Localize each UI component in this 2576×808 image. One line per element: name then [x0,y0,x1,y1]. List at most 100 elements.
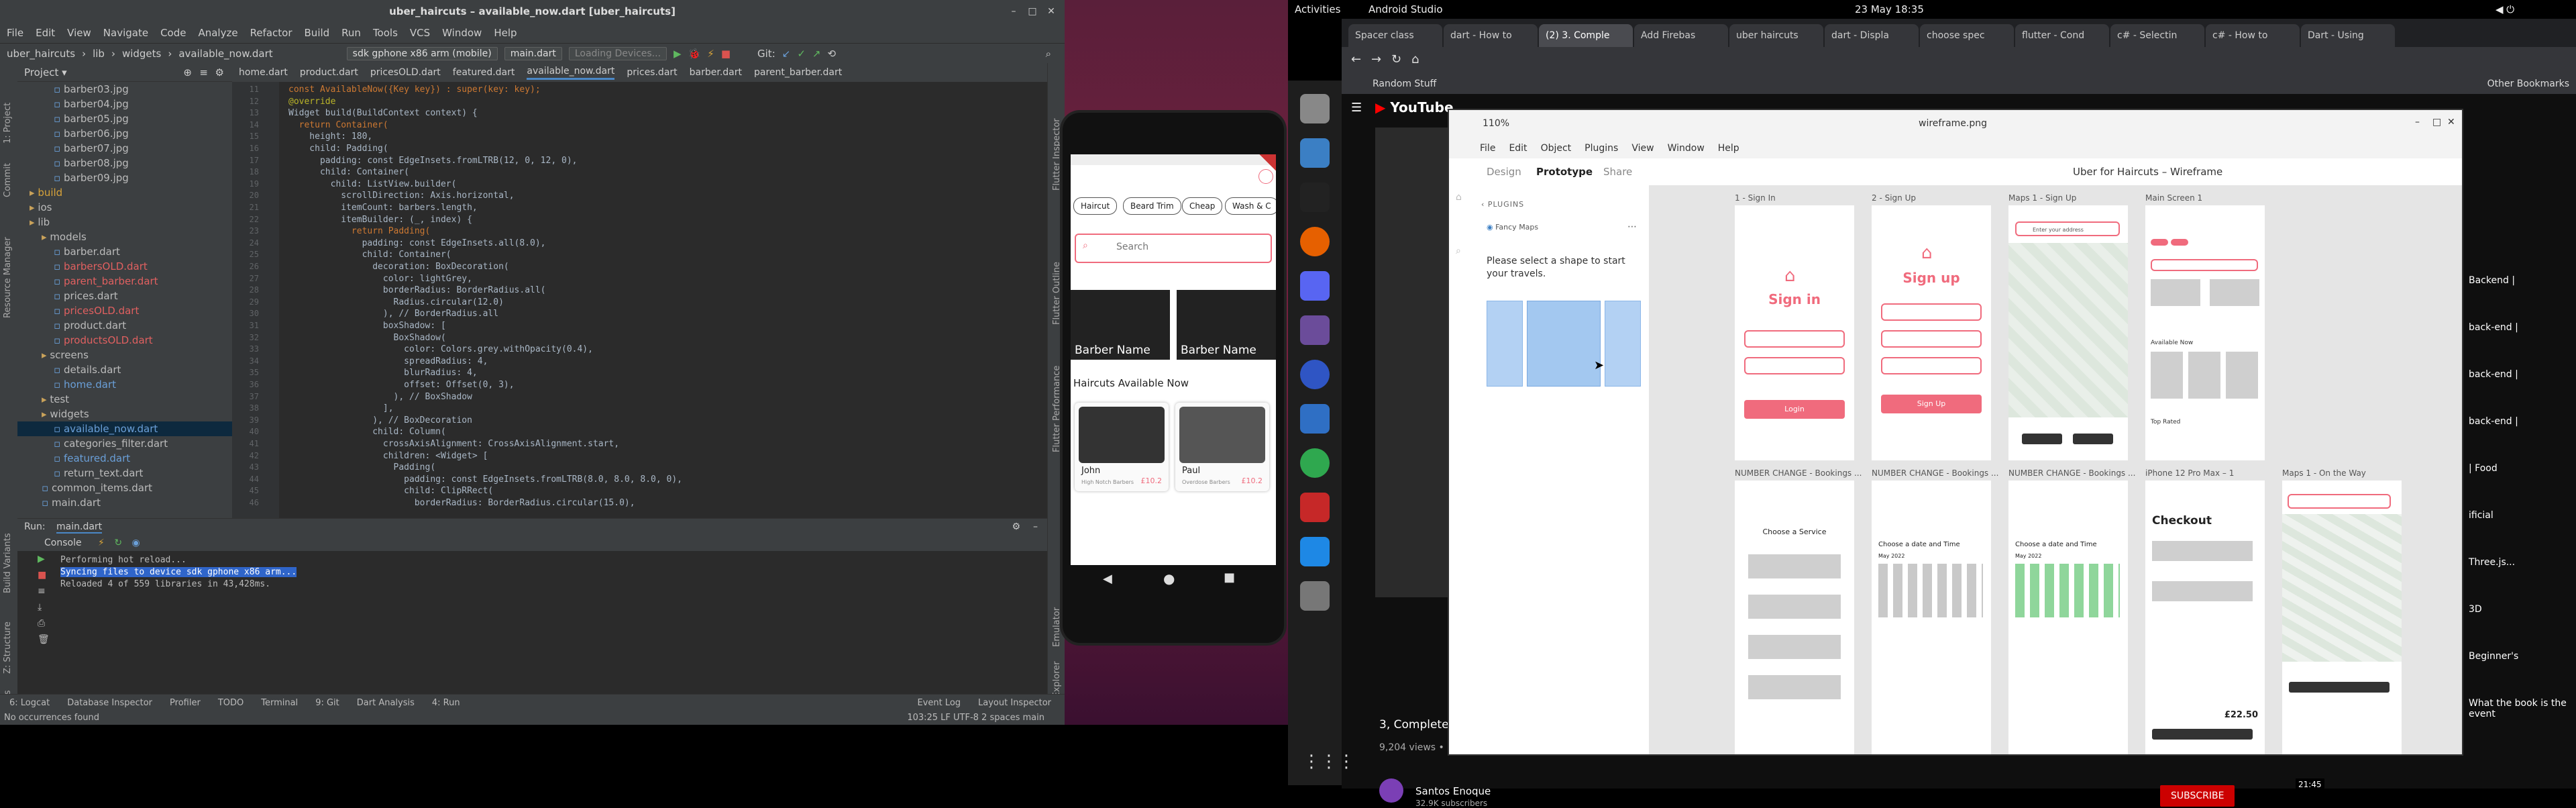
tree-item[interactable]: ▫ barber05.jpg [17,111,129,126]
tree-item[interactable]: ▸ models [17,230,87,244]
home-icon[interactable]: ● [1163,570,1175,587]
firefox-icon[interactable] [1300,227,1330,256]
vscode-icon[interactable] [1300,537,1330,566]
related-video-title[interactable]: ificial [2469,510,2493,521]
tree-item[interactable]: ▫ categories_filter.dart [17,436,168,451]
tree-item[interactable]: ▫ return_text.dart [17,466,143,481]
filter-chip[interactable]: Haircut [1073,197,1118,215]
zotero-icon[interactable] [1300,493,1330,522]
back-icon[interactable]: ◀ [1103,572,1112,586]
figma-canvas[interactable]: 1 - Sign In 2 - Sign Up Maps 1 - Sign Up… [1649,185,2462,754]
browser-tab[interactable]: dart - Displa [1825,24,1919,47]
docs-icon[interactable] [1300,138,1330,168]
status-info[interactable]: 103:25 LF UTF-8 2 spaces main [907,711,1044,725]
menu-build[interactable]: Build [305,27,330,39]
print-icon[interactable]: ⎙ [38,618,51,629]
profile-icon[interactable] [1258,169,1273,184]
tool-dart-analysis[interactable]: Dart Analysis [357,698,415,708]
figma-menu-edit[interactable]: Edit [1509,143,1527,154]
shape-option[interactable] [1487,301,1523,387]
hot-restart-icon[interactable]: ↻ [114,538,122,548]
search-icon[interactable]: ⌕ [1046,48,1051,60]
tool-layout-inspector[interactable]: Layout Inspector [978,698,1051,708]
related-video-title[interactable]: back-end | [2469,369,2518,380]
frame-sign-in[interactable]: ⌂ Sign in Login [1735,205,1854,460]
tree-item[interactable]: ▫ details.dart [17,362,121,377]
menu-view[interactable]: View [67,27,91,39]
menu-analyze[interactable]: Analyze [198,27,237,39]
intellij-icon[interactable] [1300,183,1330,212]
tab-prototype[interactable]: Prototype [1536,166,1593,178]
available-barber-card[interactable]: John High Notch Barbers £10.2 [1075,403,1169,491]
run-icon[interactable]: ▶ [674,48,682,60]
video-frame[interactable] [1375,128,1449,597]
tab-share[interactable]: Share [1603,166,1632,178]
run-config-selector[interactable]: main.dart [504,46,562,60]
frame-checkout[interactable]: Checkout £22.50 [2145,481,2265,754]
tree-item[interactable]: ▫ barber04.jpg [17,97,129,111]
project-tool-label[interactable]: 1: Project [3,103,13,144]
frame-choose-service[interactable]: Choose a Service [1735,481,1854,754]
run-tab-main[interactable]: main.dart [56,521,103,534]
plugins-header[interactable]: ‹ PLUGINS [1481,200,1524,209]
tree-item[interactable]: ▫ product.dart [17,318,126,333]
activities-button[interactable]: Activities [1295,3,1340,15]
forward-icon[interactable]: → [1371,52,1381,66]
related-video-title[interactable]: Backend | [2469,275,2515,286]
panel-settings-icon[interactable]: ⚙ [215,63,224,82]
tree-item[interactable]: ▫ barber08.jpg [17,156,129,170]
related-video-title[interactable]: What the book is the event [2469,698,2569,719]
code-editor[interactable]: 11 12 13 14 15 16 17 18 19 20 21 22 23 24 25 26 27 28 29 30… [232,82,1047,518]
browser-tab[interactable]: Add Firebas [1634,24,1728,47]
browser-tab[interactable]: c# - Selectin [2110,24,2204,47]
device-selector[interactable]: sdk gphone x86 arm (mobile) [346,46,498,60]
menu-refactor[interactable]: Refactor [250,27,292,39]
frame-map-on-the-way[interactable] [2282,481,2402,754]
wrap-icon[interactable]: ≡ [38,586,51,597]
channel-avatar[interactable] [1379,778,1403,803]
debug-icon[interactable]: 🐞 [688,48,701,60]
git-push-icon[interactable]: ↗ [812,48,821,60]
collapse-icon[interactable]: ≡ [199,63,208,82]
bookmark-other[interactable]: Other Bookmarks [2487,74,2569,94]
android-studio-icon[interactable] [1300,404,1330,434]
figma-menu-plugins[interactable]: Plugins [1585,143,1618,154]
discord-icon[interactable] [1300,271,1330,301]
zoom-level[interactable]: 110% [1483,118,1509,129]
tree-item[interactable]: ▸ build [17,185,62,200]
tree-item[interactable]: ▫ pricesOLD.dart [17,303,139,318]
stop-icon[interactable]: ■ [721,48,731,60]
editor-tab[interactable]: featured.dart [453,67,515,78]
maximize-icon[interactable]: □ [2432,117,2441,128]
clock[interactable]: 23 May 18:35 [1855,3,1924,15]
editor-tab[interactable]: available_now.dart [527,66,615,80]
tree-item[interactable]: ▫ available_now.dart [17,421,268,436]
editor-tab[interactable]: home.dart [239,67,288,78]
hot-reload-icon[interactable]: ⚡ [98,538,105,548]
tree-item[interactable]: ▫ barber.dart [17,244,120,259]
menu-edit[interactable]: Edit [36,27,55,39]
browser-tab[interactable]: Spacer class [1348,24,1442,47]
tree-item[interactable]: ▫ barber09.jpg [17,170,129,185]
rerun-icon[interactable]: ▶ [38,554,51,564]
locate-icon[interactable]: ⊕ [183,63,192,82]
bookmark-random-stuff[interactable]: Random Stuff [1373,79,1436,89]
tool-logcat[interactable]: 6: Logcat [9,698,50,708]
menu-code[interactable]: Code [160,27,186,39]
devtools-icon[interactable]: ◉ [132,538,140,548]
back-icon[interactable]: ← [1351,52,1361,66]
show-apps-icon[interactable]: ⋮⋮⋮ [1303,752,1355,772]
menu-tools[interactable]: Tools [373,27,398,39]
tree-item[interactable]: ▸ lib [17,215,50,230]
tool-database-inspector[interactable]: Database Inspector [67,698,152,708]
tree-item[interactable]: ▫ featured.dart [17,451,130,466]
tree-item[interactable]: ▫ parent_barber.dart [17,274,158,289]
project-title[interactable]: Uber for Haircuts – Wireframe [2073,166,2222,178]
channel-name[interactable]: Santos Enoque [1415,785,1491,797]
figma-menu-file[interactable]: File [1480,143,1495,154]
tree-item[interactable]: ▫ productsOLD.dart [17,333,153,348]
tree-item[interactable]: ▫ prices.dart [17,289,118,303]
barber-card[interactable]: Barber Name [1071,290,1170,360]
figma-menu-view[interactable]: View [1631,143,1654,154]
barber-card[interactable]: Barber Name [1177,290,1276,360]
